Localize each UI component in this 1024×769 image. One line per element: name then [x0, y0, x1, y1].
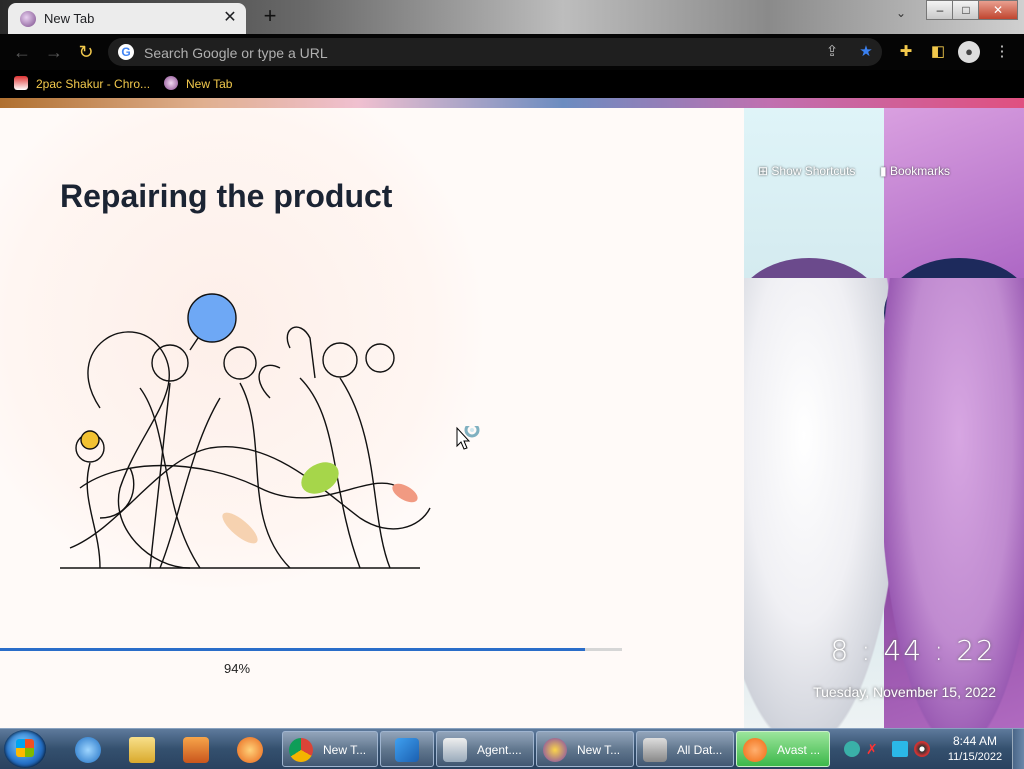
- tray-eye-icon[interactable]: [844, 741, 860, 757]
- grid-icon: ⊞: [758, 164, 772, 178]
- tray-record-icon[interactable]: [914, 741, 930, 757]
- pinned-internet-explorer[interactable]: [66, 733, 110, 767]
- browser-icon: [543, 738, 567, 762]
- maximize-button[interactable]: □: [952, 0, 980, 20]
- show-desktop-button[interactable]: [1012, 729, 1024, 769]
- task-chrome-new-tab[interactable]: New T...: [282, 731, 378, 767]
- file-explorer-icon: [129, 737, 155, 763]
- task-label: All Dat...: [677, 743, 723, 757]
- repair-dialog: Repairing the product 94%: [0, 108, 744, 728]
- dialog-title: Repairing the product: [60, 178, 393, 214]
- chrome-icon: [289, 738, 313, 762]
- task-label: New T...: [323, 743, 367, 757]
- tray-monitor-icon[interactable]: [892, 741, 908, 757]
- chrome-menu-icon[interactable]: ⋮: [992, 42, 1012, 62]
- pinned-file-explorer[interactable]: [120, 733, 164, 767]
- show-shortcuts-link[interactable]: ⊞ Show Shortcuts: [758, 164, 855, 178]
- tray-network-icon[interactable]: ✗: [866, 741, 882, 757]
- start-button[interactable]: [4, 730, 46, 768]
- close-tab-icon[interactable]: ✕: [220, 8, 240, 28]
- progress-percent-label: 94%: [224, 661, 251, 676]
- omnibox-input[interactable]: [142, 42, 786, 64]
- media-player-icon: [183, 737, 209, 763]
- task-label: Avast ...: [777, 743, 821, 757]
- taskbar-date[interactable]: 11/15/2022: [940, 751, 1010, 763]
- app-icon: [395, 738, 419, 762]
- clock-display: 8 : 44 : 22: [830, 634, 996, 667]
- bookmark-new-tab[interactable]: New Tab: [164, 76, 232, 91]
- close-window-button[interactable]: ✕: [978, 0, 1018, 20]
- window-icon: [443, 738, 467, 762]
- task-label: Agent....: [477, 743, 522, 757]
- tab-title: New Tab: [44, 11, 95, 26]
- show-shortcuts-label: Show Shortcuts: [771, 164, 856, 178]
- tab-search-chevron-icon[interactable]: ⌄: [896, 6, 906, 20]
- bookmark-2pac-shakur[interactable]: 2pac Shakur - Chro...: [14, 76, 150, 91]
- google-g-icon: G: [118, 44, 134, 60]
- browser-tab-strip: New Tab ✕ + ⌄ – □ ✕: [0, 0, 1024, 34]
- repair-progress-fill: [0, 648, 585, 651]
- people-illustration: [60, 293, 431, 569]
- bookmarks-label: Bookmarks: [889, 164, 950, 178]
- pinned-media-player[interactable]: [174, 733, 218, 767]
- bookmarks-link[interactable]: ▮ Bookmarks: [880, 164, 950, 178]
- bookmarks-bar: 2pac Shakur - Chro... New Tab: [0, 70, 1024, 98]
- task-agent[interactable]: Agent....: [436, 731, 534, 767]
- bookmark-favicon-icon: [14, 76, 28, 90]
- task-browser-new-tab[interactable]: New T...: [536, 731, 634, 767]
- repair-progress-bar: [0, 648, 622, 651]
- minimize-button[interactable]: –: [926, 0, 954, 20]
- windows-logo-icon: [16, 739, 34, 757]
- side-panel-icon[interactable]: ◧: [928, 42, 948, 62]
- bookmark-label: 2pac Shakur - Chro...: [36, 77, 151, 91]
- busy-cursor-icon: [456, 426, 480, 450]
- task-app[interactable]: [380, 731, 434, 767]
- avast-icon: [743, 738, 767, 762]
- address-bar[interactable]: G ⇪ ★: [108, 38, 882, 66]
- new-tab-favicon-icon: [20, 11, 36, 27]
- reload-icon[interactable]: ↻: [76, 42, 96, 62]
- task-all-data[interactable]: All Dat...: [636, 731, 734, 767]
- pinned-media-center[interactable]: [228, 733, 272, 767]
- back-arrow-icon[interactable]: ←: [12, 42, 32, 62]
- internet-explorer-icon: [75, 737, 101, 763]
- media-center-icon: [237, 737, 263, 763]
- browser-toolbar: ← → ↻ G ⇪ ★ ✚ ◧ ● ⋮: [0, 34, 1024, 70]
- task-label: New T...: [577, 743, 621, 757]
- forward-arrow-icon[interactable]: →: [44, 42, 64, 62]
- task-avast[interactable]: Avast ...: [736, 731, 830, 767]
- share-icon[interactable]: ⇪: [822, 42, 842, 62]
- theme-banner-strip: [0, 98, 1024, 108]
- tab-new-tab[interactable]: New Tab ✕: [8, 3, 246, 34]
- new-tab-button[interactable]: +: [258, 4, 282, 28]
- new-tab-wallpaper: ⊞ Show Shortcuts ▮ Bookmarks 8 : 44 : 22…: [744, 108, 1024, 728]
- taskbar-time[interactable]: 8:44 AM: [940, 734, 1010, 748]
- date-display: Tuesday, November 15, 2022: [813, 684, 996, 700]
- bookmark-star-icon[interactable]: ★: [856, 42, 876, 62]
- drive-icon: [643, 738, 667, 762]
- bookmark-favicon-icon: [164, 76, 178, 90]
- profile-avatar-icon[interactable]: ●: [958, 41, 980, 63]
- bookmark-flag-icon: ▮: [880, 164, 890, 178]
- windows-taskbar: New T... Agent.... New T... All Dat... A…: [0, 728, 1024, 769]
- extensions-puzzle-icon[interactable]: ✚: [896, 42, 916, 62]
- bookmark-label: New Tab: [186, 77, 233, 91]
